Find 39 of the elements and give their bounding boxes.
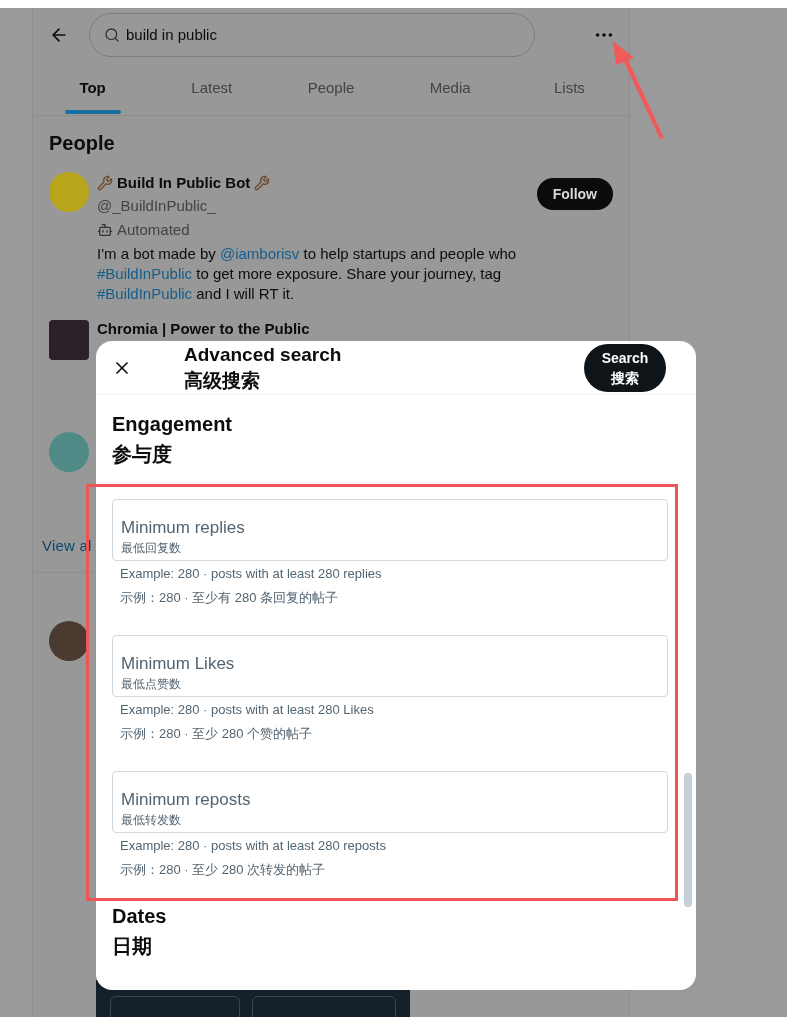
field-hint-translation: 示例：280 · 至少 280 个赞的帖子 xyxy=(120,725,314,743)
search-tab[interactable]: Media xyxy=(390,62,510,115)
user-name: Chromia | Power to the Public xyxy=(97,319,310,337)
section-heading: Engagement xyxy=(112,412,234,437)
search-tab[interactable]: Latest xyxy=(152,62,272,115)
automated-label: Automated xyxy=(117,220,190,240)
section-heading: Dates xyxy=(112,904,168,929)
search-query: build in public xyxy=(126,24,217,45)
number-input-field[interactable]: Minimum reposts 最低转发数 xyxy=(112,771,668,833)
section-heading-translation: 日期 xyxy=(112,934,153,959)
field-label-translation: 最低点赞数 xyxy=(121,676,182,692)
user-bio: I'm a bot made by @iamborisv to help startups and people who #BuildInPublic to get more exposure. Share your journey, tag #BuildInPublic and I will RT it. xyxy=(97,243,518,304)
field-label: Minimum Likes xyxy=(121,653,236,675)
field-label: Minimum reposts xyxy=(121,789,252,811)
user-name: Build In Public Bot xyxy=(117,173,251,193)
number-input-field[interactable]: Minimum replies 最低回复数 xyxy=(112,499,668,561)
section-title: People xyxy=(48,131,116,156)
field-hint: Example: 280 · posts with at least 280 reposts xyxy=(120,837,387,855)
search-button[interactable]: Search 搜索 xyxy=(584,343,666,392)
section-heading-translation: 参与度 xyxy=(112,442,173,467)
field-hint: Example: 280 · posts with at least 280 replies xyxy=(120,565,383,583)
search-tab[interactable]: Lists xyxy=(509,62,629,115)
number-input-field[interactable]: Minimum Likes 最低点赞数 xyxy=(112,635,668,697)
follow-button[interactable]: Follow xyxy=(536,178,613,210)
field-hint: Example: 280 · posts with at least 280 Likes xyxy=(120,701,375,719)
user-handle: @_BuildInPublic_ xyxy=(97,195,217,216)
field-label-translation: 最低转发数 xyxy=(121,812,182,828)
search-icon xyxy=(104,27,120,43)
tools-icon xyxy=(254,175,271,192)
search-tab[interactable]: Top xyxy=(33,62,153,115)
tools-icon xyxy=(97,175,113,192)
field-label: Minimum replies xyxy=(121,517,246,539)
search-tab[interactable]: People xyxy=(271,62,391,115)
field-label-translation: 最低回复数 xyxy=(121,540,182,556)
field-hint-translation: 示例：280 · 至少有 280 条回复的帖子 xyxy=(120,589,340,607)
dialog-title-translation: 高级搜索 xyxy=(184,368,261,393)
dialog-title: Advanced search xyxy=(184,342,343,367)
robot-icon xyxy=(97,222,113,239)
field-hint-translation: 示例：280 · 至少 280 次转发的帖子 xyxy=(120,861,327,879)
